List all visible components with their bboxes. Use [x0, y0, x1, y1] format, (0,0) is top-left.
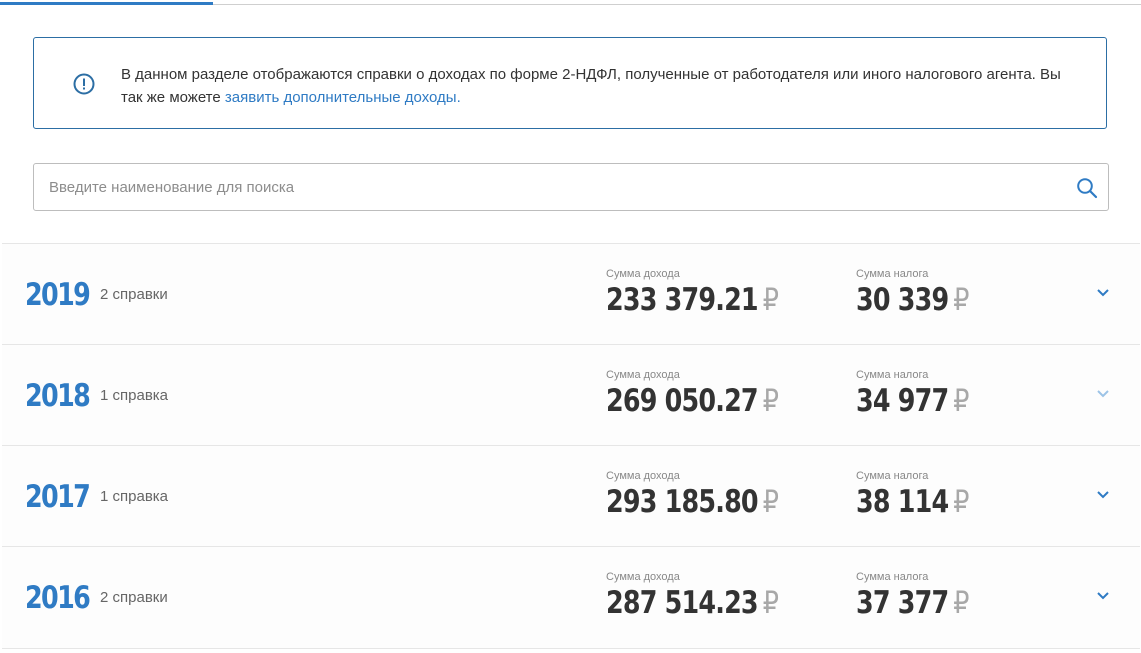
year-row-2019[interactable]: 2019 2 справки Сумма дохода 233 379.21 ₽ … — [2, 243, 1140, 344]
income-value: 269 050.27 — [606, 383, 759, 419]
chevron-down-icon[interactable] — [1095, 388, 1111, 400]
year-label: 2017 — [25, 479, 91, 515]
certificate-count: 2 справки — [100, 286, 168, 303]
income-amount: 287 514.23 ₽ — [606, 586, 779, 626]
search-input[interactable] — [34, 164, 1054, 210]
chevron-down-icon[interactable] — [1095, 590, 1111, 602]
tax-amount: 37 377 ₽ — [856, 586, 969, 626]
declare-additional-income-link[interactable]: заявить дополнительные доходы. — [225, 89, 461, 106]
income-value: 233 379.21 — [606, 282, 759, 318]
tax-column: Сумма налога 30 339 ₽ — [856, 267, 994, 323]
chevron-down-icon[interactable] — [1095, 489, 1111, 501]
search-box — [33, 163, 1109, 211]
chevron-down-icon[interactable] — [1095, 287, 1111, 299]
tax-column: Сумма налога 38 114 ₽ — [856, 469, 994, 525]
income-certificates-page: В данном разделе отображаются справки о … — [0, 0, 1141, 653]
tax-amount: 34 977 ₽ — [856, 384, 969, 424]
active-tab-indicator — [0, 2, 213, 5]
ruble-sign: ₽ — [762, 383, 779, 419]
income-label: Сумма дохода — [606, 470, 680, 482]
ruble-sign: ₽ — [953, 282, 970, 318]
tax-amount: 38 114 ₽ — [856, 485, 969, 525]
years-list: 2019 2 справки Сумма дохода 233 379.21 ₽ … — [2, 243, 1140, 649]
income-value: 287 514.23 — [606, 585, 759, 621]
tax-amount: 30 339 ₽ — [856, 283, 969, 323]
ruble-sign: ₽ — [953, 383, 970, 419]
income-column: Сумма дохода 233 379.21 ₽ — [606, 267, 817, 323]
year-row-2017[interactable]: 2017 1 справка Сумма дохода 293 185.80 ₽ … — [2, 445, 1140, 546]
ruble-sign: ₽ — [762, 585, 779, 621]
info-notice: В данном разделе отображаются справки о … — [33, 37, 1107, 129]
tax-label: Сумма налога — [856, 571, 929, 583]
income-label: Сумма дохода — [606, 571, 680, 583]
tax-column: Сумма налога 37 377 ₽ — [856, 570, 994, 626]
income-column: Сумма дохода 287 514.23 ₽ — [606, 570, 817, 626]
income-amount: 293 185.80 ₽ — [606, 485, 779, 525]
income-column: Сумма дохода 269 050.27 ₽ — [606, 368, 817, 424]
certificate-count: 1 справка — [100, 488, 169, 505]
tax-value: 37 377 — [856, 585, 949, 621]
income-amount: 269 050.27 ₽ — [606, 384, 779, 424]
ruble-sign: ₽ — [953, 585, 970, 621]
ruble-sign: ₽ — [953, 484, 970, 520]
tax-value: 30 339 — [856, 282, 949, 318]
year-label: 2019 — [25, 277, 91, 313]
tax-column: Сумма налога 34 977 ₽ — [856, 368, 994, 424]
income-label: Сумма дохода — [606, 369, 680, 381]
certificate-count: 2 справки — [100, 589, 168, 606]
income-column: Сумма дохода 293 185.80 ₽ — [606, 469, 817, 525]
income-value: 293 185.80 — [606, 484, 759, 520]
tax-value: 34 977 — [856, 383, 949, 419]
year-label: 2018 — [25, 378, 91, 414]
info-text: В данном разделе отображаются справки о … — [121, 63, 1081, 109]
year-row-2018[interactable]: 2018 1 справка Сумма дохода 269 050.27 ₽ … — [2, 344, 1140, 445]
certificate-count: 1 справка — [100, 387, 169, 404]
ruble-sign: ₽ — [762, 484, 779, 520]
search-icon[interactable] — [1076, 177, 1098, 199]
income-amount: 233 379.21 ₽ — [606, 283, 779, 323]
tax-label: Сумма налога — [856, 470, 929, 482]
income-label: Сумма дохода — [606, 268, 680, 280]
tax-label: Сумма налога — [856, 369, 929, 381]
info-icon — [73, 73, 95, 95]
year-label: 2016 — [25, 580, 91, 616]
tax-value: 38 114 — [856, 484, 949, 520]
year-row-2016[interactable]: 2016 2 справки Сумма дохода 287 514.23 ₽ … — [2, 546, 1140, 649]
tax-label: Сумма налога — [856, 268, 929, 280]
ruble-sign: ₽ — [762, 282, 779, 318]
